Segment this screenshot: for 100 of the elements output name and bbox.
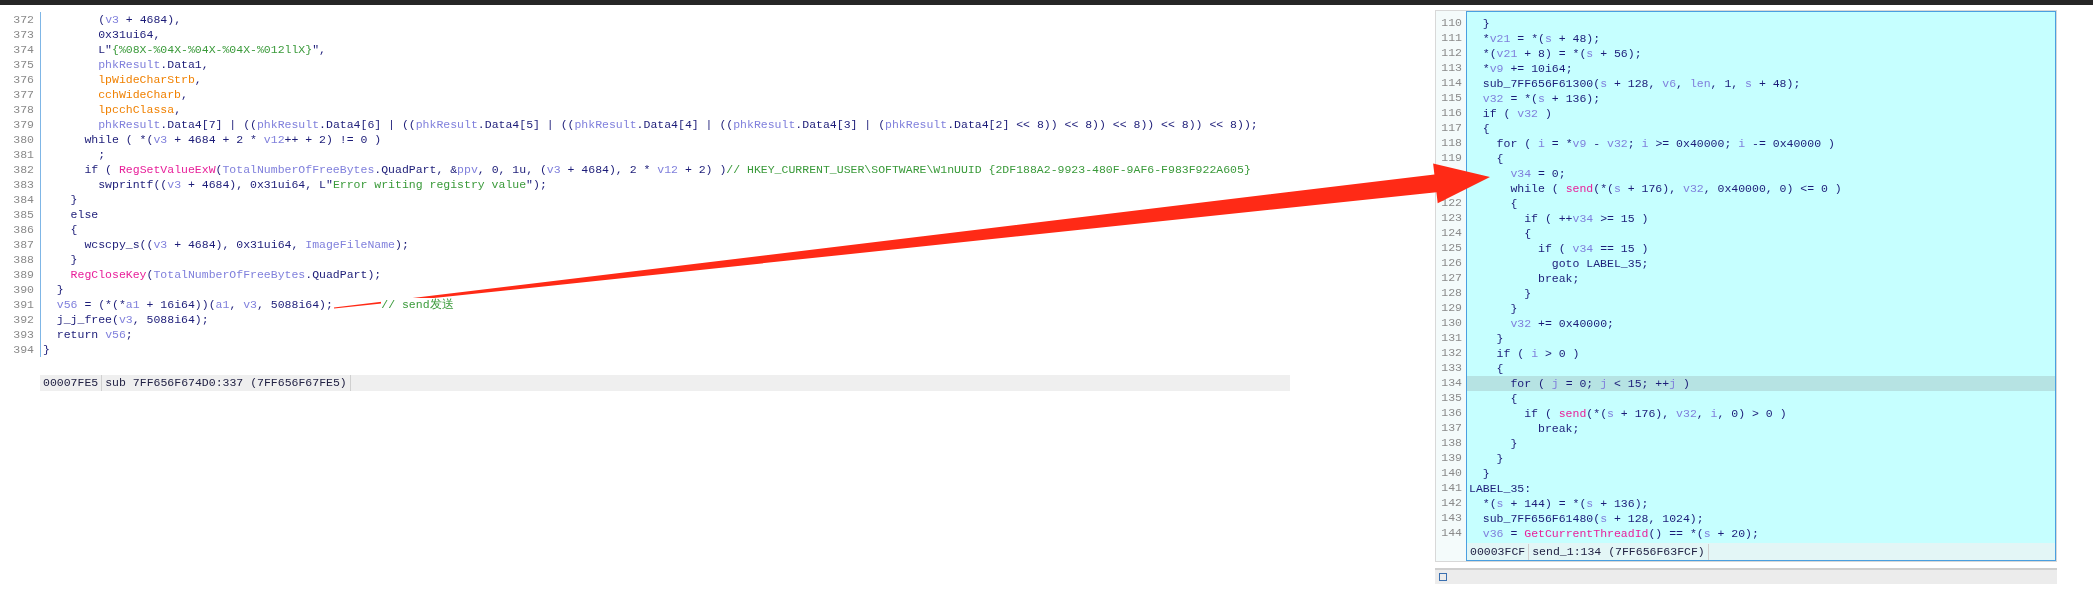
line-number: 127 bbox=[1441, 270, 1463, 285]
code-line: } bbox=[42, 342, 51, 357]
line-number: 132 bbox=[1441, 345, 1463, 360]
code-line: { bbox=[1523, 226, 1533, 241]
line-number: 143 bbox=[1441, 510, 1463, 525]
code-line: (v3 + 4684), bbox=[97, 12, 183, 27]
line-number: 113 bbox=[1441, 60, 1463, 75]
line-number: 139 bbox=[1441, 450, 1463, 465]
status-location: sub 7FF656F674D0:337 (7FF656F67FE5) bbox=[102, 375, 351, 391]
code-line: if ( RegSetValueExW(TotalNumberOfFreeBytes.QuadPart, &ppv, 0, 1u, (v3 + 4684), 2 * v12 + 2) )// HKEY_CURRENT_USER\SOFTWARE\W1nUUID {2DF188A2-9923-480F-9AF6-F983F922A605} bbox=[83, 162, 1252, 177]
line-number: 142 bbox=[1441, 495, 1463, 510]
code-line: for ( i = *v9 - v32; i >= 0x40000; i -= 0x40000 ) bbox=[1495, 136, 1836, 151]
line-number: 138 bbox=[1441, 435, 1463, 450]
code-line: { bbox=[1495, 361, 1505, 376]
code-line: swprintf((v3 + 4684), 0x31ui64, L"Error writing registry value"); bbox=[97, 177, 548, 192]
line-number: 134 bbox=[1441, 375, 1463, 390]
code-line: } bbox=[1495, 331, 1505, 346]
line-number: 128 bbox=[1441, 285, 1463, 300]
code-line: lpcchClassa, bbox=[97, 102, 183, 117]
code-line: } bbox=[69, 252, 79, 267]
line-number: 390 bbox=[13, 282, 35, 297]
code-line: { bbox=[1509, 196, 1519, 211]
code-line: return v56; bbox=[55, 327, 134, 342]
line-number: 115 bbox=[1441, 90, 1463, 105]
line-number: 379 bbox=[13, 117, 35, 132]
code-line: { bbox=[69, 222, 79, 237]
line-number: 380 bbox=[13, 132, 35, 147]
line-number: 388 bbox=[13, 252, 35, 267]
line-number: 135 bbox=[1441, 390, 1463, 405]
code-line: v32 += 0x40000; bbox=[1509, 316, 1615, 331]
code-line: *(s + 144) = *(s + 136); bbox=[1481, 496, 1650, 511]
line-number: 118 bbox=[1441, 135, 1463, 150]
code-line: while ( *(v3 + 4684 + 2 * v12++ + 2) != 0 ) bbox=[83, 132, 383, 147]
code-line: } bbox=[1509, 436, 1519, 451]
code-line: 0x31ui64, bbox=[97, 27, 162, 42]
line-number: 131 bbox=[1441, 330, 1463, 345]
line-number: 376 bbox=[13, 72, 35, 87]
status-address: 00007FE5 bbox=[40, 375, 103, 391]
code-line: } bbox=[69, 192, 79, 207]
line-number: 374 bbox=[13, 42, 35, 57]
code-line: if ( ++v34 >= 15 ) bbox=[1523, 211, 1650, 226]
code-line: cchWideCharb, bbox=[97, 87, 189, 102]
line-number: 122 bbox=[1441, 195, 1463, 210]
code-line: lpWideCharStrb, bbox=[97, 72, 203, 87]
code-line: } bbox=[1495, 451, 1505, 466]
code-line: if ( v32 ) bbox=[1481, 106, 1553, 121]
code-line: else bbox=[69, 207, 100, 222]
line-number: 126 bbox=[1441, 255, 1463, 270]
code-line: } bbox=[1481, 466, 1491, 481]
code-line: sub_7FF656F61480(s + 128, 1024); bbox=[1481, 511, 1705, 526]
code-line: { bbox=[1495, 151, 1505, 166]
code-line: v56 = (*(*a1 + 16i64))(a1, v3, 5088i64); // send发送 bbox=[55, 297, 455, 312]
line-number: 373 bbox=[13, 27, 35, 42]
line-number: 117 bbox=[1441, 120, 1463, 135]
line-number: 136 bbox=[1441, 405, 1463, 420]
code-line: wcscpy_s((v3 + 4684), 0x31ui64, ImageFileName); bbox=[83, 237, 410, 252]
code-line: v32 = *(s + 136); bbox=[1481, 91, 1602, 106]
line-number: 381 bbox=[13, 147, 35, 162]
line-number: 394 bbox=[13, 342, 35, 357]
line-number: 391 bbox=[13, 297, 35, 312]
code-line: v36 = GetCurrentThreadId() == *(s + 20); bbox=[1481, 526, 1760, 541]
code-line: break; bbox=[1537, 421, 1581, 436]
code-line: ; bbox=[97, 147, 107, 162]
line-number: 114 bbox=[1441, 75, 1463, 90]
code-line: { bbox=[1509, 391, 1519, 406]
window-icon[interactable] bbox=[1439, 573, 1447, 581]
line-number: 119 bbox=[1441, 150, 1463, 165]
code-line: sub_7FF656F61300(s + 128, v6, len, 1, s + 48); bbox=[1481, 76, 1802, 91]
line-number: 377 bbox=[13, 87, 35, 102]
line-number: 110 bbox=[1441, 15, 1463, 30]
line-number: 124 bbox=[1441, 225, 1463, 240]
code-line: LABEL_35: bbox=[1468, 481, 1533, 496]
code-line: { bbox=[1481, 121, 1491, 136]
line-number: 112 bbox=[1441, 45, 1463, 60]
status-location: send_1:134 (7FF656F63FCF) bbox=[1529, 543, 1709, 560]
code-line: } bbox=[55, 282, 65, 297]
line-number: 129 bbox=[1441, 300, 1463, 315]
code-line: } bbox=[1523, 286, 1533, 301]
line-number: 116 bbox=[1441, 105, 1463, 120]
line-number: 123 bbox=[1441, 210, 1463, 225]
line-number: 393 bbox=[13, 327, 35, 342]
line-number: 378 bbox=[13, 102, 35, 117]
line-number: 375 bbox=[13, 57, 35, 72]
code-line: RegCloseKey(TotalNumberOfFreeBytes.QuadPart); bbox=[69, 267, 383, 282]
code-line: *v9 += 10i64; bbox=[1481, 61, 1574, 76]
line-number: 387 bbox=[13, 237, 35, 252]
line-number: 382 bbox=[13, 162, 35, 177]
code-line: while ( send(*(s + 176), v32, 0x40000, 0) <= 0 ) bbox=[1509, 181, 1843, 196]
line-number: 386 bbox=[13, 222, 35, 237]
line-number: 392 bbox=[13, 312, 35, 327]
code-line: if ( i > 0 ) bbox=[1495, 346, 1581, 361]
line-number: 130 bbox=[1441, 315, 1463, 330]
line-number: 125 bbox=[1441, 240, 1463, 255]
code-line: goto LABEL_35; bbox=[1550, 256, 1650, 271]
line-number: 141 bbox=[1441, 480, 1463, 495]
code-line: if ( send(*(s + 176), v32, i, 0) > 0 ) bbox=[1523, 406, 1788, 421]
code-line: L"{%08X-%04X-%04X-%04X-%012llX}", bbox=[97, 42, 327, 57]
line-number: 383 bbox=[13, 177, 35, 192]
line-number: 137 bbox=[1441, 420, 1463, 435]
line-number: 140 bbox=[1441, 465, 1463, 480]
